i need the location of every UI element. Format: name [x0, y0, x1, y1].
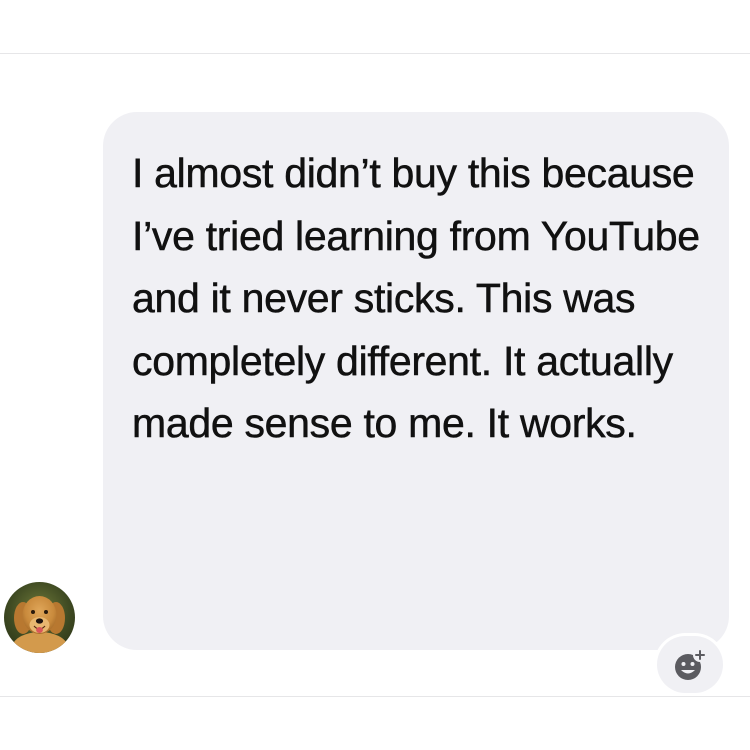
message-text: I almost didn’t buy this because I’ve tr…	[132, 150, 701, 446]
add-reaction-icon	[675, 647, 707, 680]
bottom-divider	[0, 696, 750, 697]
message-bubble[interactable]: I almost didn’t buy this because I’ve tr…	[103, 112, 729, 650]
sender-avatar[interactable]	[4, 582, 75, 653]
golden-retriever-avatar-icon	[4, 582, 75, 653]
chat-screen: I almost didn’t buy this because I’ve tr…	[0, 0, 750, 750]
top-divider	[0, 53, 750, 54]
add-reaction-button[interactable]	[657, 636, 723, 693]
